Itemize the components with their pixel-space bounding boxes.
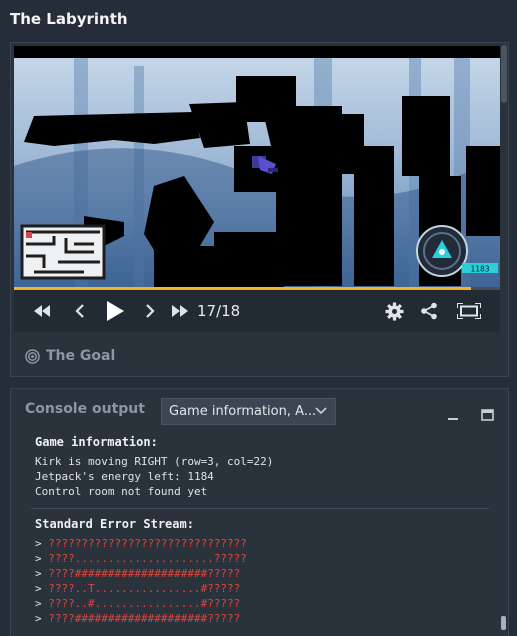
step-back-button[interactable] <box>66 290 94 332</box>
fast-rewind-icon <box>34 305 50 317</box>
section-divider <box>31 508 489 509</box>
fast-rewind-button[interactable] <box>28 290 56 332</box>
console-panel: Console output Game information, A... Ga… <box>10 388 509 636</box>
hud-energy-text: 1183 <box>470 265 489 274</box>
play-icon <box>107 301 124 321</box>
maximize-button[interactable] <box>481 406 494 425</box>
minimize-icon <box>448 418 458 420</box>
console-output: Game information: Kirk is moving RIGHT (… <box>31 435 494 626</box>
fullscreen-icon <box>457 303 481 319</box>
settings-button[interactable] <box>380 290 408 332</box>
fullscreen-button[interactable] <box>452 290 486 332</box>
step-back-icon <box>75 304 84 318</box>
share-button[interactable] <box>416 290 442 332</box>
stderr-line: > ????####################????? <box>35 612 241 625</box>
game-scene: 1183 <box>14 46 500 287</box>
stderr-line: > ?????????????????????????????? <box>35 537 247 550</box>
minimap <box>20 224 106 280</box>
target-icon <box>25 348 40 364</box>
game-viewport: 1183 <box>14 46 500 287</box>
step-forward-icon <box>146 304 155 318</box>
goal-label: The Goal <box>46 348 116 364</box>
console-filter-select[interactable]: Game information, A... <box>161 398 336 425</box>
page-scrollbar[interactable] <box>501 45 507 103</box>
fast-forward-button[interactable] <box>166 290 194 332</box>
share-icon <box>421 302 437 320</box>
game-info-line: Jetpack's energy left: 1184 <box>35 470 214 483</box>
stderr-line: > ????..T................#????? <box>35 582 241 595</box>
chevron-down-icon <box>315 404 327 420</box>
stderr-line: > ????.....................????? <box>35 552 247 565</box>
player-controls: 17/18 <box>14 290 500 332</box>
game-info-title: Game information: <box>35 435 158 449</box>
stderr-line: > ????..#................#????? <box>35 597 241 610</box>
maximize-icon <box>481 409 494 421</box>
frame-counter: 17/18 <box>197 302 241 320</box>
minimize-button[interactable] <box>447 406 459 425</box>
game-player-panel: 1183 17/18 The Goal <box>10 42 509 377</box>
gear-icon <box>384 301 404 321</box>
game-info-line: Control room not found yet <box>35 485 208 498</box>
console-scrollbar[interactable] <box>501 616 506 630</box>
goal-tab[interactable]: The Goal <box>25 348 115 364</box>
stderr-title: Standard Error Stream: <box>35 517 194 531</box>
step-forward-button[interactable] <box>136 290 164 332</box>
play-button[interactable] <box>98 290 132 332</box>
fast-forward-icon <box>172 305 188 317</box>
stderr-line: > ????####################????? <box>35 567 241 580</box>
console-label: Console output <box>25 401 145 417</box>
page-title: The Labyrinth <box>10 10 128 28</box>
console-filter-value: Game information, A... <box>169 404 317 419</box>
game-info-line: Kirk is moving RIGHT (row=3, col=22) <box>35 455 274 468</box>
